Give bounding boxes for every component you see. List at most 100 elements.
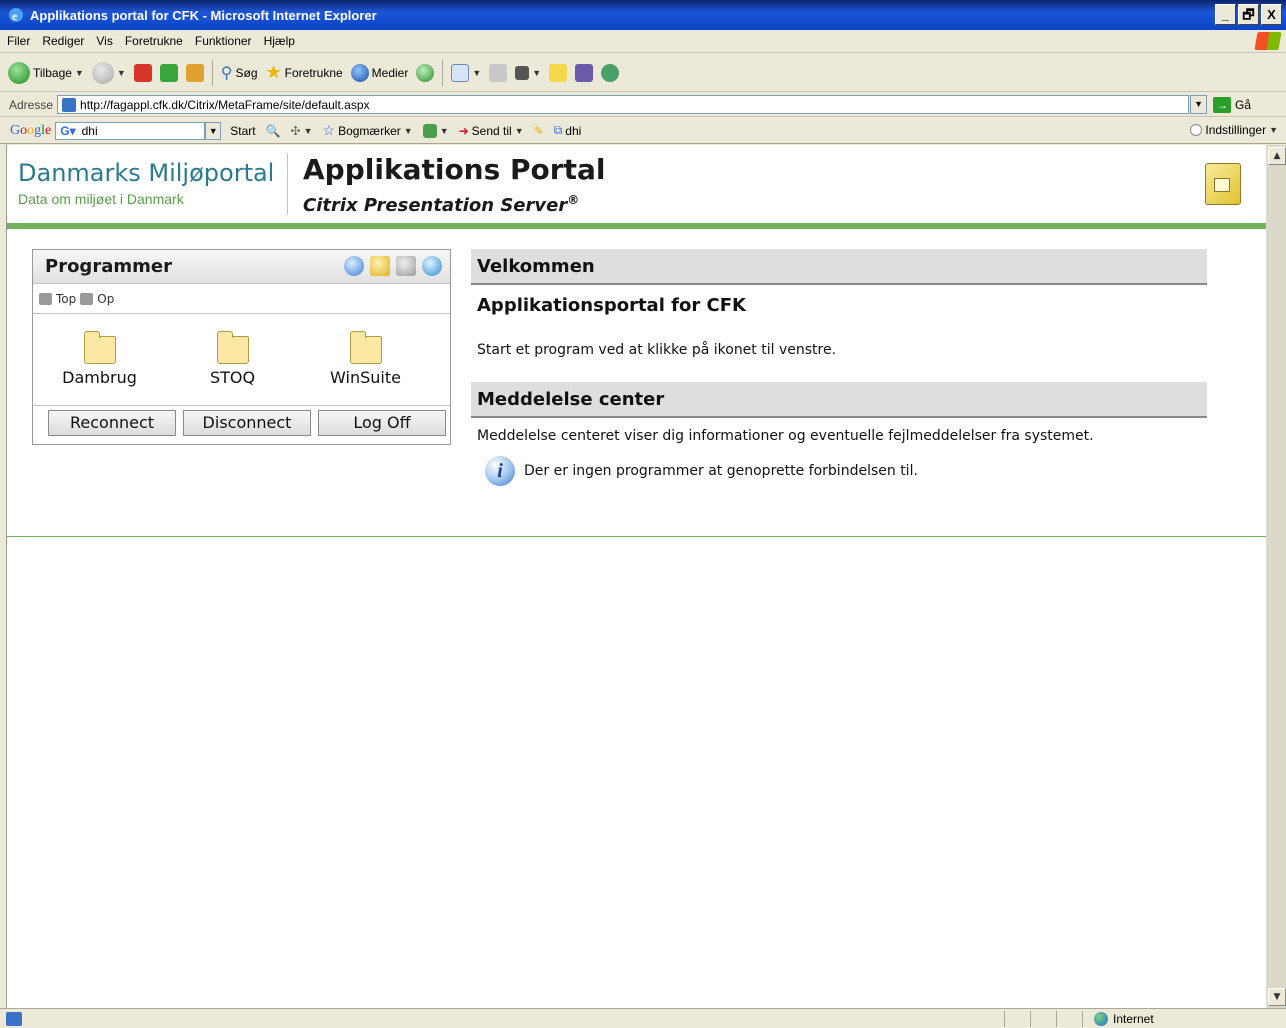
refresh-icon[interactable] (159, 63, 178, 82)
folder-stoq[interactable]: STOQ (166, 331, 299, 406)
minimize-button[interactable]: _ (1215, 4, 1236, 25)
key-icon[interactable] (370, 256, 390, 276)
go-button[interactable]: → Gå (1213, 96, 1251, 113)
scroll-up-button[interactable]: ▲ (1268, 147, 1286, 165)
settings-icon[interactable] (396, 256, 416, 276)
breadcrumb-up[interactable]: Op (97, 292, 114, 306)
folder-label: STOQ (209, 368, 256, 387)
refresh-icon[interactable] (344, 256, 364, 276)
history-icon[interactable] (416, 63, 435, 82)
home-icon[interactable] (185, 63, 204, 82)
menu-bar: Filer Rediger Vis Foretrukne Funktioner … (0, 30, 1286, 53)
google-bookmarks-button[interactable]: ☆ Bogmærker ▼ (318, 122, 418, 139)
folder-dambrug[interactable]: Dambrug (33, 331, 166, 406)
security-zone: Internet (1094, 1012, 1154, 1026)
close-button[interactable]: X (1261, 4, 1282, 25)
google-search-input[interactable]: G▾ dhi (55, 121, 206, 140)
menu-funktioner[interactable]: Funktioner (188, 34, 257, 48)
media-button[interactable]: Medier (347, 63, 413, 82)
menu-vis[interactable]: Vis (89, 34, 117, 48)
toolbar-separator (442, 59, 444, 86)
autofill-icon (422, 123, 437, 138)
google-start-button[interactable]: Start (225, 124, 260, 138)
status-cell (1030, 1011, 1031, 1027)
registered-mark: ® (567, 193, 580, 207)
logoff-button[interactable]: Log Off (318, 410, 446, 436)
page-viewport: Danmarks Miljøportal Data om miljøet i D… (6, 145, 1266, 1008)
menu-filer[interactable]: Filer (0, 34, 35, 48)
forward-arrow-icon (91, 61, 114, 84)
chevron-down-icon: ▼ (208, 125, 218, 136)
reconnect-button[interactable]: Reconnect (48, 410, 176, 436)
program-folders: Dambrug STOQ WinSuite (33, 314, 450, 406)
back-label: Tilbage (33, 65, 72, 80)
chevron-down-icon: ▼ (303, 125, 313, 136)
disconnect-button[interactable]: Disconnect (183, 410, 311, 436)
breadcrumb: Top Op (33, 284, 450, 314)
address-bar: Adresse http://fagappl.cfk.dk/Citrix/Met… (0, 93, 1286, 117)
media-icon (350, 63, 369, 82)
menu-rediger[interactable]: Rediger (35, 34, 89, 48)
address-dropdown-button[interactable]: ▼ (1190, 95, 1208, 114)
programs-panel-header: Programmer (33, 250, 450, 284)
favorites-button[interactable]: ★ Foretrukne (262, 62, 347, 83)
edit-button[interactable]: ▼ (511, 65, 545, 80)
title-bar: e Applikations portal for CFK - Microsof… (0, 0, 1286, 30)
research-icon[interactable] (575, 63, 594, 82)
google-settings-button[interactable]: Indstillinger ▼ (1190, 123, 1278, 137)
restore-button[interactable]: 🗗 (1238, 4, 1259, 25)
programs-title: Programmer (45, 256, 172, 277)
google-pagerank-button[interactable]: ✣ ▼ (286, 124, 318, 138)
preferences-icon[interactable] (1205, 163, 1241, 205)
print-icon[interactable] (489, 63, 508, 82)
find-term-icon: ⧉ (553, 123, 563, 137)
logo-subtitle: Data om miljøet i Danmark (18, 191, 184, 207)
google-toolbar: Google G▾ dhi ▼ Start 🔍 ✣ ▼ ☆ Bogmærker ▼ … (0, 118, 1286, 144)
star-icon: ★ (265, 62, 282, 82)
scroll-down-button[interactable]: ▼ (1268, 988, 1286, 1006)
window-controls: _ 🗗 X (1215, 4, 1282, 25)
info-icon: i (485, 456, 515, 486)
folder-winsuite[interactable]: WinSuite (299, 331, 432, 406)
google-send-to-button[interactable]: ➜ Send til ▼ (454, 124, 529, 138)
stop-icon[interactable] (133, 63, 152, 82)
window-title: Applikations portal for CFK - Microsoft … (30, 7, 377, 23)
menu-hjaelp[interactable]: Hjælp (257, 34, 300, 48)
google-search-dropdown[interactable]: ▼ (205, 121, 222, 140)
back-button[interactable]: Tilbage ▼ (4, 61, 88, 84)
page-status-icon (6, 1012, 22, 1026)
google-term-label: dhi (565, 123, 582, 138)
highlighter-icon: ✎ (533, 123, 544, 138)
home-icon (39, 292, 52, 305)
help-icon[interactable] (422, 256, 442, 276)
send-arrow-icon: ➜ (458, 123, 469, 138)
google-highlight-button[interactable]: ✎ (529, 124, 549, 138)
settings-radio-icon (1190, 124, 1203, 136)
welcome-heading: Velkommen (471, 249, 1207, 285)
vertical-scrollbar[interactable]: ▲ ▼ (1266, 145, 1286, 1008)
chevron-down-icon: ▼ (472, 67, 482, 78)
puzzle-icon: ✣ (290, 123, 301, 138)
search-button[interactable]: ⚲ Søg (217, 63, 262, 83)
windows-logo-icon (1254, 32, 1282, 50)
status-cell (1082, 1011, 1083, 1027)
address-input[interactable]: http://fagappl.cfk.dk/Citrix/MetaFrame/s… (57, 95, 1190, 114)
chevron-down-icon: ▼ (116, 67, 126, 78)
status-cell (1056, 1011, 1057, 1027)
discuss-icon[interactable] (549, 63, 568, 82)
mail-button[interactable]: ▼ (447, 63, 485, 82)
session-buttons: Reconnect Disconnect Log Off (33, 405, 450, 444)
folder-icon (216, 331, 249, 364)
chevron-down-icon: ▼ (439, 125, 449, 136)
forward-button[interactable]: ▼ (88, 61, 130, 84)
folder-label: Dambrug (62, 368, 137, 387)
header-divider (287, 153, 288, 215)
menu-foretrukne[interactable]: Foretrukne (118, 34, 188, 48)
standard-toolbar: Tilbage ▼ ▼ ⚲ Søg ★ Foretrukne Medier ▼ … (0, 54, 1286, 92)
google-autofill-button[interactable]: ▼ (418, 123, 454, 138)
messenger-icon[interactable] (601, 63, 620, 82)
google-term-button[interactable]: ⧉ dhi (549, 123, 587, 138)
portal-header: Danmarks Miljøportal Data om miljøet i D… (7, 145, 1266, 229)
google-search-web-button[interactable]: 🔍 (261, 124, 286, 138)
breadcrumb-top[interactable]: Top (56, 292, 76, 306)
